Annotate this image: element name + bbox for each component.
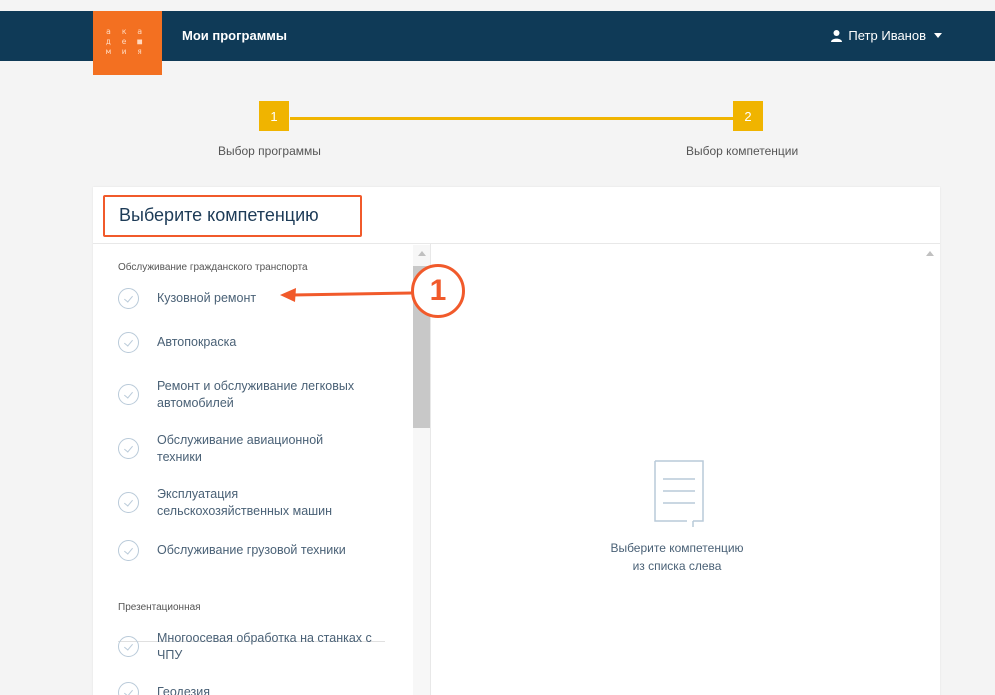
competence-label: Обслуживание авиационной техники [157, 433, 324, 464]
nav-my-programs[interactable]: Мои программы [182, 28, 287, 43]
caret-down-icon [934, 33, 942, 38]
competence-item[interactable]: Геодезия [118, 682, 393, 695]
step-2-badge[interactable]: 2 [733, 101, 763, 131]
check-circle-icon [118, 332, 139, 353]
competence-label: Кузовной ремонт [157, 291, 257, 305]
check-circle-icon [118, 384, 139, 405]
competence-item[interactable]: Обслуживание авиационной техники [118, 432, 393, 466]
competence-item[interactable]: Эксплуатация сельскохозяйственных машин [118, 486, 393, 520]
check-circle-icon [118, 492, 139, 513]
check-circle-icon [118, 438, 139, 459]
step-1-badge[interactable]: 1 [259, 101, 289, 131]
stepper-progress-line [290, 117, 733, 120]
competence-item[interactable]: Многоосевая обработка на станках с ЧПУ [118, 630, 393, 664]
group-title: Обслуживание гражданского транспорта [118, 262, 308, 273]
card-title: Выберите компетенцию [119, 205, 319, 225]
competence-item[interactable]: Ремонт и обслуживание легковых автомобил… [118, 378, 393, 412]
competence-card: Выберите компетенцию Обслуживание гражда… [93, 187, 940, 695]
empty-state-line-2: из списка слева [632, 559, 722, 573]
user-name: Петр Иванов [848, 28, 926, 43]
scroll-up-icon[interactable] [418, 251, 426, 256]
annotation-marker: 1 [411, 264, 465, 318]
competence-label: Обслуживание грузовой техники [157, 543, 346, 557]
scroll-up-icon[interactable] [926, 251, 934, 256]
logo-line-1: а к а [106, 27, 146, 36]
competence-label: Многоосевая обработка на станках с ЧПУ [157, 631, 372, 662]
competence-item[interactable]: Обслуживание грузовой техники [118, 540, 393, 561]
user-menu[interactable]: Петр Иванов [831, 28, 942, 43]
user-icon [831, 29, 843, 42]
competence-detail-panel: Выберите компетенцию из списка слева [432, 244, 940, 695]
logo[interactable]: а к а д е ■ м и я [93, 11, 162, 75]
card-header: Выберите компетенцию [93, 187, 940, 244]
competence-label: Автопокраска [157, 335, 237, 349]
step-2-label: Выбор компетенции [686, 144, 799, 158]
empty-state-text: Выберите компетенцию из списка слева [552, 539, 802, 575]
annotation-arrow-icon [280, 288, 413, 302]
competence-label: Ремонт и обслуживание легковых автомобил… [157, 379, 355, 410]
detail-scrollbar[interactable] [920, 245, 940, 695]
logo-line-3: м и я [106, 47, 146, 56]
competence-item[interactable]: Автопокраска [118, 332, 393, 353]
check-circle-icon [118, 636, 139, 657]
check-circle-icon [118, 540, 139, 561]
check-circle-icon [118, 288, 139, 309]
document-icon [654, 460, 704, 527]
logo-line-2: д е ■ [106, 37, 146, 46]
check-circle-icon [118, 682, 139, 695]
empty-state-line-1: Выберите компетенцию [610, 541, 744, 555]
competence-label: Эксплуатация сельскохозяйственных машин [157, 487, 333, 518]
group-title: Презентационная [118, 602, 201, 613]
step-1-label: Выбор программы [218, 144, 321, 158]
competence-label: Геодезия [157, 685, 211, 695]
competence-list: Обслуживание гражданского транспорта Куз… [93, 244, 431, 695]
